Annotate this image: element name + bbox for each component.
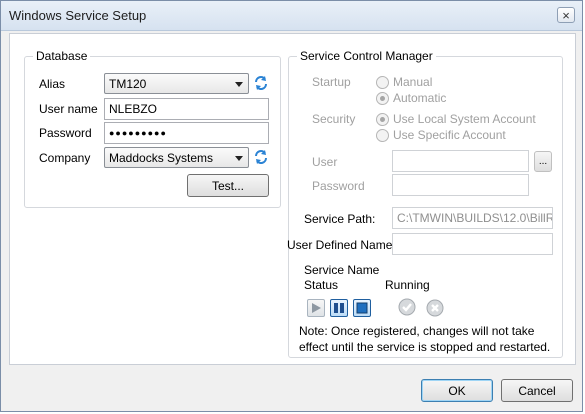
company-label: Company	[39, 151, 91, 165]
scm-password-label: Password	[312, 179, 365, 193]
browse-user-button[interactable]: ...	[534, 151, 552, 172]
alias-label: Alias	[39, 77, 66, 91]
password-label: Password	[39, 126, 92, 140]
password-field[interactable]: ●●●●●●●●●	[104, 122, 269, 144]
test-button[interactable]: Test...	[187, 174, 269, 197]
scm-password-field[interactable]	[392, 174, 529, 196]
cancel-button[interactable]: Cancel	[501, 379, 573, 402]
scm-legend: Service Control Manager	[297, 49, 436, 63]
database-legend: Database	[33, 49, 91, 63]
status-label: Status	[304, 278, 339, 292]
password-value: ●●●●●●●●●	[109, 128, 167, 138]
close-button[interactable]: ×	[557, 7, 575, 23]
alias-combo[interactable]: TM120	[104, 73, 249, 94]
username-value: NLEBZO	[109, 102, 158, 116]
pause-icon	[334, 303, 344, 313]
title-bar: Windows Service Setup ×	[1, 1, 582, 31]
play-icon	[312, 303, 321, 313]
refresh-alias-icon[interactable]	[253, 75, 269, 91]
startup-manual-radio[interactable]	[376, 76, 389, 89]
test-button-label: Test...	[211, 178, 244, 193]
pause-service-button[interactable]	[330, 299, 348, 317]
user-defined-name-field[interactable]	[392, 233, 553, 255]
security-specific-radio[interactable]	[376, 129, 389, 142]
company-value: Maddocks Systems	[109, 151, 214, 165]
service-path-value: C:\TMWIN\BUILDS\12.0\BillR	[397, 211, 553, 225]
scm-user-label: User	[312, 155, 338, 169]
alias-value: TM120	[109, 77, 147, 91]
service-path-label: Service Path:	[304, 212, 376, 226]
window-title: Windows Service Setup	[9, 8, 147, 23]
dialog-window: Windows Service Setup × Database Alias T…	[0, 0, 583, 412]
startup-label: Startup	[312, 75, 351, 89]
startup-automatic-label: Automatic	[393, 91, 447, 105]
refresh-company-icon[interactable]	[253, 149, 269, 165]
ok-button-label: OK	[448, 383, 466, 398]
stop-service-button[interactable]	[353, 299, 371, 317]
service-name-label: Service Name	[304, 263, 380, 277]
database-group: Database Alias TM120 User name NLEBZO Pa…	[24, 49, 281, 208]
scm-group: Service Control Manager Startup Manual A…	[287, 49, 563, 358]
service-path-field[interactable]: C:\TMWIN\BUILDS\12.0\BillR	[392, 207, 553, 229]
dialog-body: Database Alias TM120 User name NLEBZO Pa…	[9, 33, 576, 365]
chevron-down-icon	[235, 82, 243, 87]
chevron-down-icon	[235, 156, 243, 161]
close-icon: ×	[562, 7, 570, 23]
security-label: Security	[312, 112, 356, 126]
security-specific-label: Use Specific Account	[393, 128, 506, 142]
cancel-button-label: Cancel	[518, 383, 556, 398]
unregister-service-icon[interactable]	[426, 299, 444, 317]
username-label: User name	[39, 102, 98, 116]
security-local-label: Use Local System Account	[393, 112, 536, 126]
status-value: Running	[385, 278, 430, 292]
security-local-radio[interactable]	[376, 113, 389, 126]
startup-automatic-radio[interactable]	[376, 92, 389, 105]
username-field[interactable]: NLEBZO	[104, 98, 269, 120]
stop-icon	[356, 302, 368, 314]
registration-note: Note: Once registered, changes will not …	[299, 324, 551, 354]
company-combo[interactable]: Maddocks Systems	[104, 147, 249, 168]
user-defined-name-label: User Defined Name	[287, 238, 393, 252]
ok-button[interactable]: OK	[421, 379, 493, 402]
startup-manual-label: Manual	[393, 75, 433, 89]
start-service-button[interactable]	[307, 299, 325, 317]
browse-user-label: ...	[538, 156, 548, 167]
scm-user-field[interactable]	[392, 150, 529, 172]
register-service-icon[interactable]	[398, 298, 416, 316]
